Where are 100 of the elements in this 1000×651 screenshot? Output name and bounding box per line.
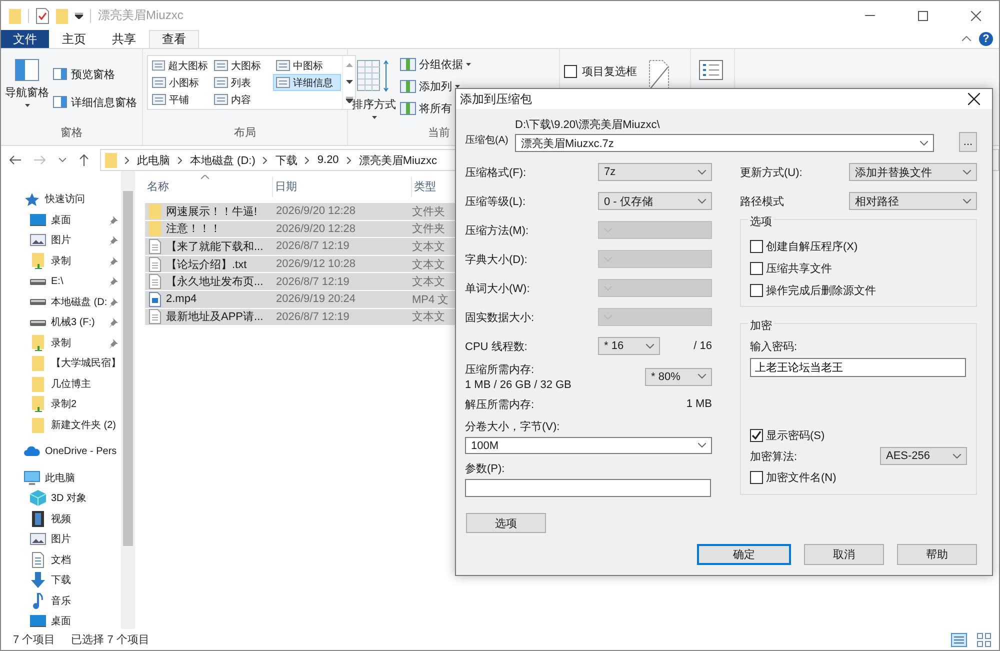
pin-icon[interactable]	[109, 338, 118, 348]
nav-row[interactable]: 新建文件夹 (2)	[1, 414, 121, 435]
checkbox[interactable]	[750, 240, 763, 254]
ribbon-tab[interactable]: 主页	[49, 30, 99, 48]
scroll-up-icon[interactable]	[346, 62, 352, 66]
dialog-button[interactable]: 确定	[697, 544, 791, 565]
dropdown[interactable]: AES-256	[880, 447, 967, 465]
checkbox[interactable]	[750, 262, 763, 275]
nav-item[interactable]: 本地磁盘 (D:	[51, 294, 108, 309]
dropdown[interactable]: 添加并替换文件	[849, 163, 977, 181]
column-header[interactable]: 名称	[145, 177, 273, 197]
nav-row[interactable]: 视频	[1, 508, 121, 529]
dropdown[interactable]: 7z	[598, 163, 712, 181]
layout-option[interactable]: 列表	[211, 74, 273, 91]
nav-row[interactable]: 几位博主	[1, 374, 121, 394]
parameters-field[interactable]	[465, 479, 711, 498]
breadcrumb[interactable]: 下载	[275, 152, 298, 168]
layout-option[interactable]: 详细信息	[273, 74, 341, 91]
layout-option[interactable]: 中图标	[273, 57, 341, 74]
pane-toggle-button[interactable]: 详细信息窗格	[53, 94, 137, 110]
breadcrumb[interactable]: 此电脑	[137, 152, 170, 168]
nav-row[interactable]: 音乐	[1, 590, 121, 611]
large-icons-view-icon[interactable]	[977, 632, 991, 646]
scrollbar[interactable]	[121, 171, 135, 629]
nav-item[interactable]: 录制2	[51, 397, 77, 412]
view-command-button[interactable]: 分组依据	[400, 56, 471, 72]
password-field[interactable]: 上老王论坛当老王	[750, 358, 966, 377]
dropdown[interactable]: 0 - 仅存储	[598, 192, 712, 210]
details-view-icon[interactable]	[951, 632, 967, 646]
nav-item[interactable]: 【大学城民宿】	[51, 356, 121, 370]
back-icon[interactable]	[9, 155, 21, 165]
checkbox[interactable]	[750, 429, 763, 442]
dropdown[interactable]: 相对路径	[849, 192, 977, 210]
breadcrumb[interactable]: 9.20	[317, 154, 339, 166]
nav-item[interactable]: 桌面	[51, 212, 71, 227]
checkbox[interactable]	[564, 64, 577, 78]
checkbox[interactable]	[750, 284, 763, 297]
pane-toggle-button[interactable]: 预览窗格	[53, 66, 137, 82]
dialog-button[interactable]: 取消	[804, 544, 884, 565]
nav-item[interactable]: 此电脑	[45, 470, 75, 485]
nav-item[interactable]: 机械3 (F:)	[51, 315, 95, 330]
breadcrumb[interactable]: 本地磁盘 (D:)	[190, 152, 256, 168]
layout-option[interactable]: 内容	[211, 91, 273, 108]
pin-icon[interactable]	[109, 216, 118, 226]
ribbon-tab[interactable]: 共享	[99, 30, 149, 48]
nav-item[interactable]: OneDrive - Pers	[45, 446, 117, 457]
nav-row[interactable]: 3D 对象	[1, 488, 121, 508]
volume-size-combo[interactable]: 100M	[465, 437, 712, 454]
scroll-down-icon[interactable]	[346, 80, 352, 84]
collapse-chevron-icon[interactable]	[962, 36, 971, 41]
checkbox[interactable]	[750, 471, 763, 484]
nav-item[interactable]: 音乐	[51, 594, 71, 608]
nav-item[interactable]: 图片	[51, 233, 71, 248]
up-icon[interactable]	[79, 154, 89, 166]
layout-option[interactable]: 小图标	[149, 74, 211, 91]
nav-item[interactable]: 录制	[51, 336, 71, 350]
navigation-pane-button[interactable]: 导航窗格	[5, 54, 49, 107]
caret-icon[interactable]	[75, 12, 83, 18]
nav-row[interactable]: 文档	[1, 550, 121, 570]
pin-icon[interactable]	[109, 318, 118, 328]
nav-item[interactable]: 快速访问	[45, 192, 85, 206]
ribbon-tab[interactable]: 文件	[1, 30, 49, 48]
options-icon[interactable]	[699, 60, 723, 80]
options-button[interactable]: 选项	[466, 513, 546, 533]
expand-gallery-icon[interactable]	[346, 96, 352, 102]
browse-button[interactable]: ...	[959, 132, 977, 152]
nav-row[interactable]: 桌面	[1, 611, 121, 632]
dropdown[interactable]: * 80%	[645, 368, 712, 386]
nav-item[interactable]: 文档	[51, 552, 71, 567]
layout-option[interactable]: 平铺	[149, 91, 211, 108]
nav-item[interactable]: 下载	[51, 573, 71, 588]
layout-option[interactable]: 超大图标	[149, 57, 211, 74]
nav-item[interactable]: 图片	[51, 532, 71, 546]
nav-item[interactable]: 3D 对象	[51, 491, 87, 506]
column-header[interactable]: 日期	[273, 177, 412, 197]
properties-icon[interactable]	[36, 8, 49, 24]
pin-icon[interactable]	[109, 256, 118, 266]
help-button[interactable]: ?	[979, 32, 993, 46]
pin-icon[interactable]	[109, 236, 118, 246]
layout-option[interactable]: 大图标	[211, 57, 273, 74]
sort-button[interactable]: 排序方式	[352, 54, 396, 119]
dropdown[interactable]: * 16	[598, 337, 660, 355]
ribbon-tab[interactable]: 查看	[149, 30, 199, 48]
nav-row[interactable]: 图片	[1, 529, 121, 550]
pin-icon[interactable]	[109, 277, 118, 287]
archive-name-combo[interactable]: 漂亮美眉Miuzxc.7z	[515, 134, 934, 152]
nav-row[interactable]: 【大学城民宿】	[1, 353, 121, 374]
pin-icon[interactable]	[109, 298, 118, 308]
nav-item[interactable]: 视频	[51, 512, 71, 526]
nav-item[interactable]: 几位博主	[51, 376, 91, 391]
nav-item[interactable]: 桌面	[51, 614, 71, 628]
nav-item[interactable]: 新建文件夹 (2)	[51, 418, 116, 432]
nav-row[interactable]: 录制2	[1, 394, 121, 414]
nav-row[interactable]: 下载	[1, 570, 121, 590]
breadcrumb[interactable]: 漂亮美眉Miuzxc	[358, 152, 438, 168]
dialog-button[interactable]: 帮助	[897, 544, 977, 565]
nav-item[interactable]: 录制	[51, 254, 71, 268]
nav-item[interactable]: E:\	[51, 276, 64, 287]
recent-caret-icon[interactable]	[59, 158, 66, 162]
hidden-page-icon[interactable]	[649, 60, 669, 90]
